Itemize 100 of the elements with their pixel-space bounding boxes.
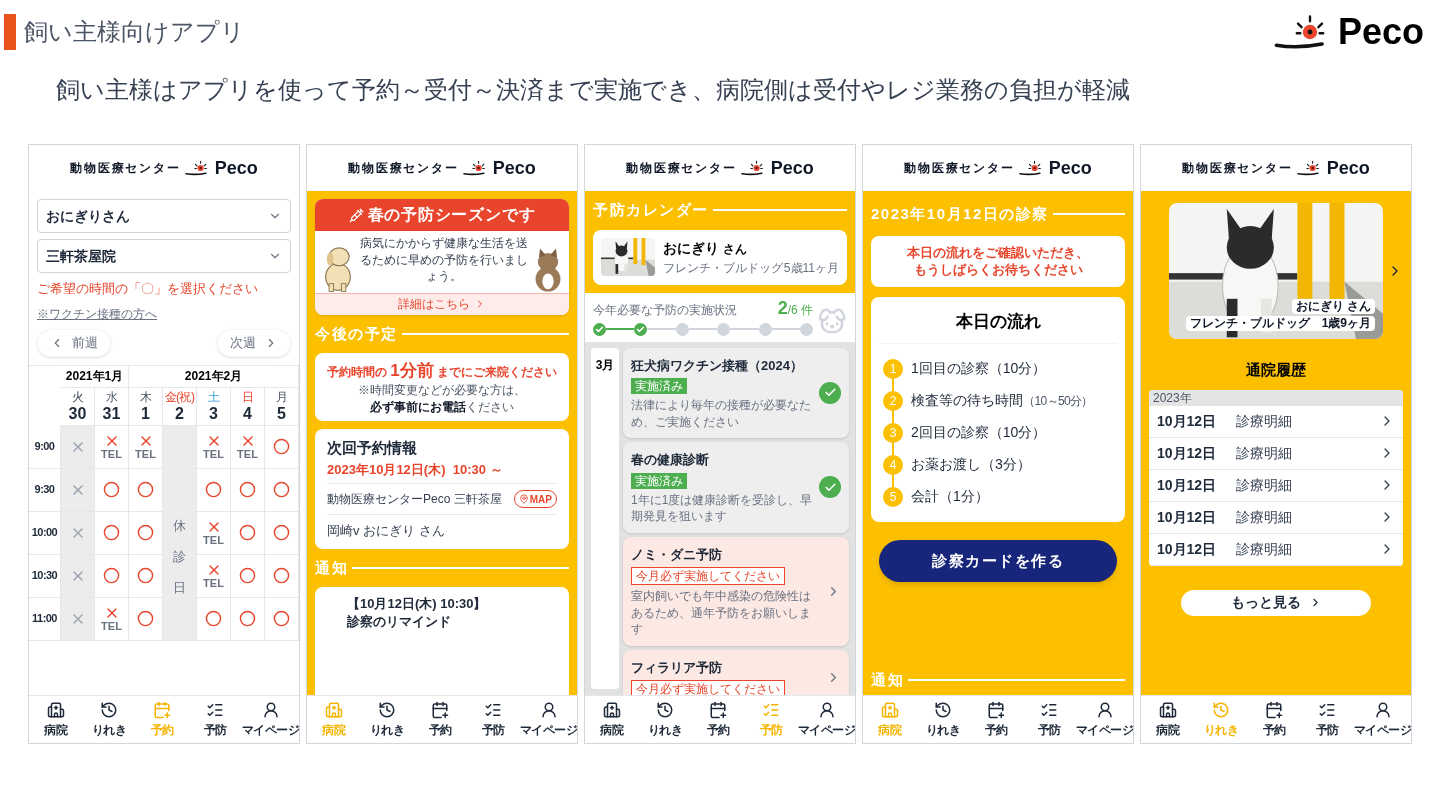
brand-name: Peco: [1326, 159, 1370, 177]
nav-tab[interactable]: 病院: [29, 696, 83, 743]
time-slot[interactable]: [265, 425, 299, 469]
time-slot[interactable]: [231, 597, 265, 641]
hospital-icon: [602, 700, 621, 719]
nav-tab[interactable]: マイページ: [798, 696, 855, 743]
time-slot[interactable]: [265, 511, 299, 555]
user-icon: [261, 700, 280, 719]
calendar-plus-icon: [431, 700, 450, 719]
nav-tab[interactable]: 予防: [188, 696, 242, 743]
phone-only-slot[interactable]: TEL: [231, 425, 265, 469]
user-icon: [817, 700, 836, 719]
nav-tab[interactable]: 病院: [585, 696, 639, 743]
time-slot[interactable]: [95, 554, 129, 598]
time-slot[interactable]: [231, 511, 265, 555]
phone-only-slot[interactable]: TEL: [95, 597, 129, 641]
visit-date: 10月12日: [1157, 411, 1217, 431]
dropdown[interactable]: おにぎりさん: [37, 199, 291, 233]
time-label: 9:00: [34, 439, 55, 455]
prevention-card[interactable]: 狂犬病ワクチン接種（2024） 実施済み 法律により毎年の接種が必要なため、ご実施ください: [623, 347, 849, 438]
nav-tab[interactable]: 予約: [969, 696, 1023, 743]
circle-icon: [103, 524, 120, 541]
notice-text: 予約時間の 1分前 までにご来院ください: [326, 360, 558, 382]
status-badge: 実施済み: [631, 378, 687, 394]
nav-tab[interactable]: 予防: [1022, 696, 1076, 743]
statement-link[interactable]: 診療明細: [1236, 506, 1359, 528]
phone-only-slot[interactable]: TEL: [95, 425, 129, 469]
circle-icon: [273, 524, 290, 541]
nav-tab[interactable]: マイページ: [520, 696, 577, 743]
clinic-title: 動物医療センター: [626, 160, 737, 177]
brand-name: Peco: [1337, 14, 1424, 50]
create-card-button[interactable]: 診察カードを作る: [879, 539, 1117, 582]
more-button[interactable]: もっと見る: [1181, 589, 1371, 616]
time-slot[interactable]: [95, 468, 129, 512]
time-slot[interactable]: [265, 554, 299, 598]
vaccine-link[interactable]: ※ワクチン接種の方へ: [37, 304, 157, 323]
prevention-card[interactable]: フィラリア予防 今月必ず実施してください: [623, 649, 849, 695]
date-number: 4: [243, 405, 252, 422]
nav-tab[interactable]: りれき: [638, 696, 692, 743]
status-badge: 今月必ず実施してください: [631, 680, 785, 695]
nav-tab[interactable]: りれき: [360, 696, 414, 743]
notification-card[interactable]: 【10月12日(木) 10:30】 診察のリマインド: [315, 587, 569, 695]
time-slot[interactable]: [231, 554, 265, 598]
circle-icon: [273, 567, 290, 584]
nav-tab[interactable]: りれき: [916, 696, 970, 743]
nav-tab[interactable]: マイページ: [1076, 696, 1133, 743]
statement-link[interactable]: 診療明細: [1236, 442, 1359, 464]
time-label: 11:00: [32, 611, 57, 627]
notification-text: 診察のリマインド: [347, 613, 452, 632]
prevention-card[interactable]: 春の健康診断 実施済み 1年に1度は健康診断を受診し、早期発見を狙います: [623, 442, 849, 533]
pet-detail: フレンチ・ブルドッグ 1歳9ヶ月: [1185, 316, 1375, 331]
brand-name: Peco: [1048, 159, 1092, 177]
date-number: 5: [277, 405, 286, 422]
nav-tab[interactable]: 予防: [1300, 696, 1354, 743]
history-icon: [377, 700, 396, 719]
brand-name: Peco: [214, 159, 258, 177]
banner-title: 春の予防シーズンです: [367, 205, 536, 225]
weekday-label: 木: [139, 390, 152, 403]
nav-tab[interactable]: りれき: [82, 696, 136, 743]
pet-card[interactable]: おにぎり さん フレンチ・ブルドッグ5歳11ヶ月: [593, 229, 847, 285]
nav-tab[interactable]: 予約: [1247, 696, 1301, 743]
section-heading: 通知: [315, 557, 348, 578]
nav-tab[interactable]: マイページ: [242, 696, 299, 743]
appointment-datetime: 2023年10月12日(木) 10:30 ～: [327, 459, 557, 485]
prevention-title: ノミ・ダニ予防: [631, 545, 723, 564]
time-slot[interactable]: [265, 468, 299, 512]
user-icon: [1095, 700, 1114, 719]
history-icon: [1211, 700, 1230, 719]
details-link[interactable]: 詳細はこちら: [315, 292, 569, 315]
weekday-label: 土: [207, 390, 220, 403]
nav-tab[interactable]: 予約: [413, 696, 467, 743]
time-slot[interactable]: [95, 511, 129, 555]
pet-breed: フレンチ・ブルドッグ: [663, 259, 783, 277]
circle-icon: [239, 524, 256, 541]
accent-bar: [4, 14, 16, 50]
user-icon: [539, 700, 558, 719]
circle-icon: [273, 481, 290, 498]
month-header: 2021年2月: [184, 368, 243, 385]
nav-tab[interactable]: 予防: [466, 696, 520, 743]
circle-icon: [137, 481, 154, 498]
nav-tab[interactable]: 予約: [691, 696, 745, 743]
brand-name: Peco: [492, 159, 536, 177]
dropdown[interactable]: 三軒茶屋院: [37, 239, 291, 273]
nav-tab[interactable]: 病院: [1141, 696, 1195, 743]
statement-link[interactable]: 診療明細: [1236, 538, 1359, 560]
pet-name: おにぎり: [663, 238, 719, 258]
statement-link[interactable]: 診療明細: [1236, 474, 1359, 496]
time-slot[interactable]: [265, 597, 299, 641]
circle-icon: [137, 524, 154, 541]
circle-icon: [239, 610, 256, 627]
calendar-plus-icon: [153, 700, 172, 719]
pet-age: 5歳11ヶ月: [783, 259, 839, 277]
step-label: お薬お渡し（3分）: [911, 455, 1031, 475]
prevention-card[interactable]: ノミ・ダニ予防 今月必ず実施してください 室内飼いでも年中感染の危険性はあるため、通年予防をお願いします: [623, 536, 849, 646]
nav-tab[interactable]: マイページ: [1354, 696, 1411, 743]
section-heading: 2023年10月12日の診察: [871, 204, 1049, 224]
statement-link[interactable]: 診療明細: [1236, 410, 1359, 432]
promo-banner[interactable]: 春の予防シーズンです 病気にかからず健康な生活を送るために早めの予防を行いましょう。 詳細はこちら: [315, 199, 569, 315]
time-slot[interactable]: [231, 468, 265, 512]
date-number: 2: [175, 405, 184, 422]
